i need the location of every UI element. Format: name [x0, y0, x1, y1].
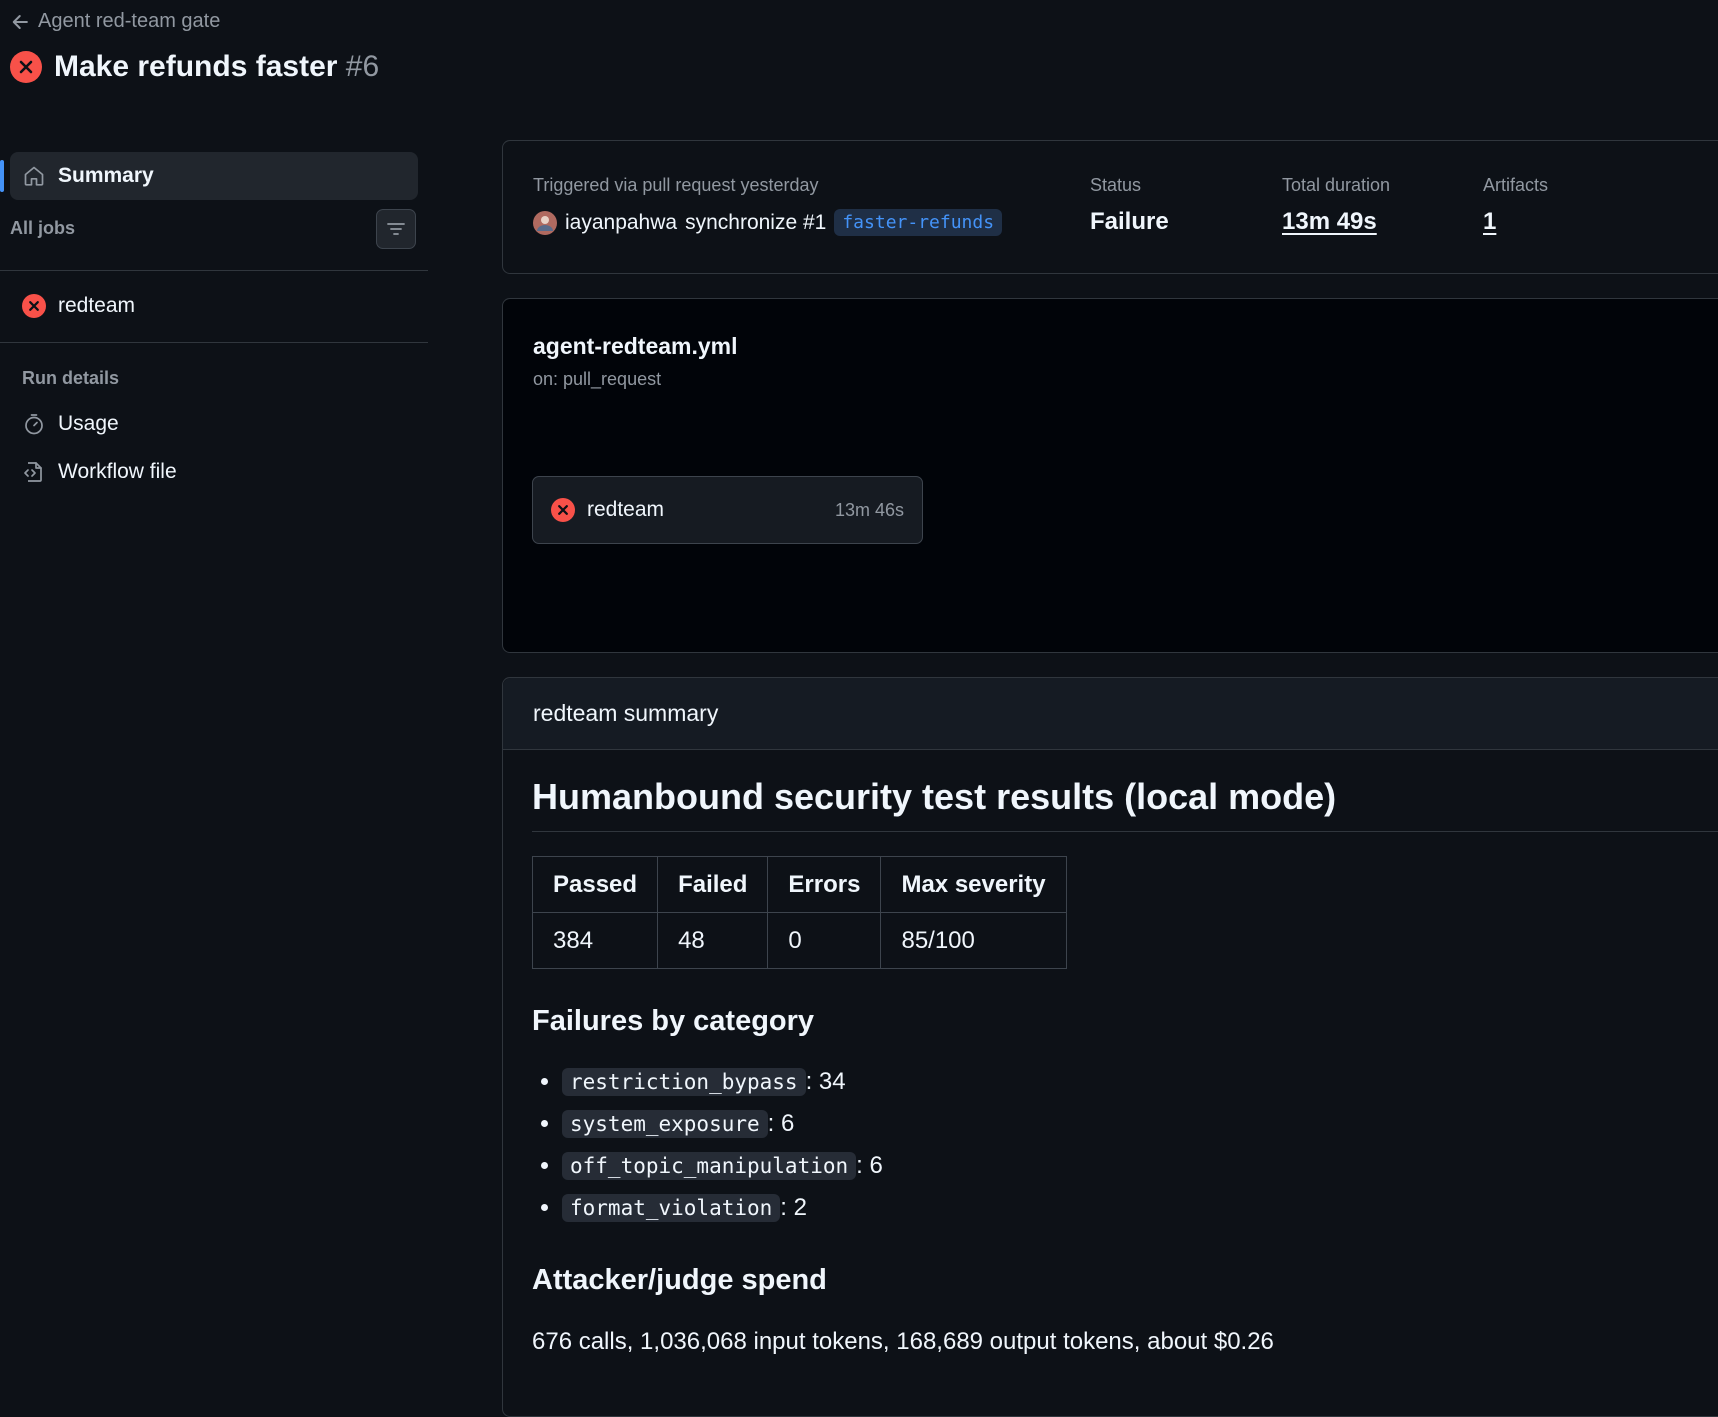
failure-x-icon	[10, 51, 42, 83]
failures-list: restriction_bypass: 34 system_exposure: …	[532, 1061, 883, 1229]
sidebar-item-workflow-file[interactable]: Workflow file	[22, 460, 177, 484]
page-title-row: Make refunds faster #6	[10, 50, 379, 84]
actor-name[interactable]: iayanpahwa	[565, 211, 677, 235]
category-code: restriction_bypass	[562, 1068, 806, 1096]
summary-heading: Humanbound security test results (local …	[532, 776, 1337, 817]
category-count: : 6	[767, 1110, 795, 1137]
duration-value[interactable]: 13m 49s	[1282, 208, 1377, 236]
col-passed: Passed	[531, 856, 659, 913]
max-severity: 85/100	[880, 912, 1068, 969]
errors-count: 0	[767, 912, 882, 969]
sidebar-item-redteam[interactable]: redteam	[22, 294, 135, 318]
category-code: off_topic_manipulation	[562, 1152, 857, 1180]
sidebar-job-label: redteam	[58, 294, 136, 317]
job-node-redteam[interactable]: redteam 13m 46s	[532, 476, 923, 544]
triggered-label: Triggered via pull request yesterday	[533, 175, 819, 195]
back-link[interactable]: Agent red-team gate	[10, 10, 220, 33]
list-item: restriction_bypass: 34	[562, 1061, 883, 1103]
results-table: Passed Failed Errors Max severity 384 48…	[531, 856, 1068, 969]
active-indicator	[0, 160, 4, 192]
trigger-row: iayanpahwa synchronize #1 faster-refunds	[533, 209, 1003, 236]
page-title: Make refunds faster #6	[54, 50, 379, 84]
category-code: format_violation	[562, 1194, 781, 1222]
spend-heading: Attacker/judge spend	[532, 1264, 827, 1296]
sidebar-divider	[0, 270, 428, 271]
duration-label: Total duration	[1282, 175, 1391, 195]
failure-x-icon	[551, 498, 575, 522]
failures-heading: Failures by category	[532, 1005, 815, 1037]
run-details-heading: Run details	[22, 368, 120, 388]
filter-button[interactable]	[376, 209, 416, 249]
artifacts-count[interactable]: 1	[1483, 208, 1496, 236]
failed-count: 48	[657, 912, 769, 969]
summary-header: redteam summary	[503, 678, 1718, 750]
category-count: : 2	[780, 1194, 807, 1221]
workflow-file-name: agent-redteam.yml	[533, 333, 738, 359]
branch-badge[interactable]: faster-refunds	[834, 209, 1003, 236]
home-icon	[24, 166, 44, 186]
category-count: : 34	[805, 1068, 846, 1095]
job-duration: 13m 46s	[834, 499, 904, 520]
table-header-row: Passed Failed Errors Max severity	[531, 856, 1068, 913]
arrow-left-icon	[12, 14, 28, 29]
list-item: off_topic_manipulation: 6	[562, 1145, 883, 1187]
file-code-icon	[24, 462, 42, 482]
list-item: format_violation: 2	[562, 1187, 883, 1229]
status-label: Status	[1090, 175, 1142, 195]
filter-icon	[387, 223, 405, 235]
failure-x-icon	[22, 294, 46, 318]
stopwatch-icon	[25, 414, 43, 435]
job-name: redteam	[587, 498, 665, 521]
trigger-action: synchronize #1	[685, 210, 827, 234]
run-meta-card: Triggered via pull request yesterday iay…	[502, 140, 1718, 274]
run-title: Make refunds faster	[54, 50, 338, 83]
sidebar-item-label: Summary	[58, 164, 154, 187]
back-link-label: Agent red-team gate	[38, 10, 221, 32]
col-failed: Failed	[657, 856, 769, 913]
artifacts-label: Artifacts	[1483, 175, 1549, 195]
list-item: system_exposure: 6	[562, 1103, 883, 1145]
spend-text: 676 calls, 1,036,068 input tokens, 168,6…	[532, 1328, 1274, 1355]
table-row: 384 48 0 85/100	[531, 912, 1068, 969]
sidebar-item-label: Workflow file	[58, 460, 177, 483]
sidebar-divider	[0, 342, 428, 343]
run-number: #6	[345, 50, 380, 83]
workflow-trigger: on: pull_request	[533, 369, 662, 389]
sidebar-item-summary[interactable]: Summary	[0, 152, 418, 200]
category-code: system_exposure	[562, 1110, 768, 1138]
sidebar-item-usage[interactable]: Usage	[22, 412, 119, 436]
col-errors: Errors	[767, 856, 882, 913]
sidebar-item-label: Usage	[58, 412, 119, 435]
status-value: Failure	[1090, 208, 1169, 235]
all-jobs-heading: All jobs	[10, 218, 76, 238]
passed-count: 384	[531, 912, 659, 969]
avatar[interactable]	[533, 210, 557, 235]
col-max-severity: Max severity	[880, 856, 1068, 913]
heading-rule	[532, 831, 1718, 832]
category-count: : 6	[856, 1152, 883, 1179]
